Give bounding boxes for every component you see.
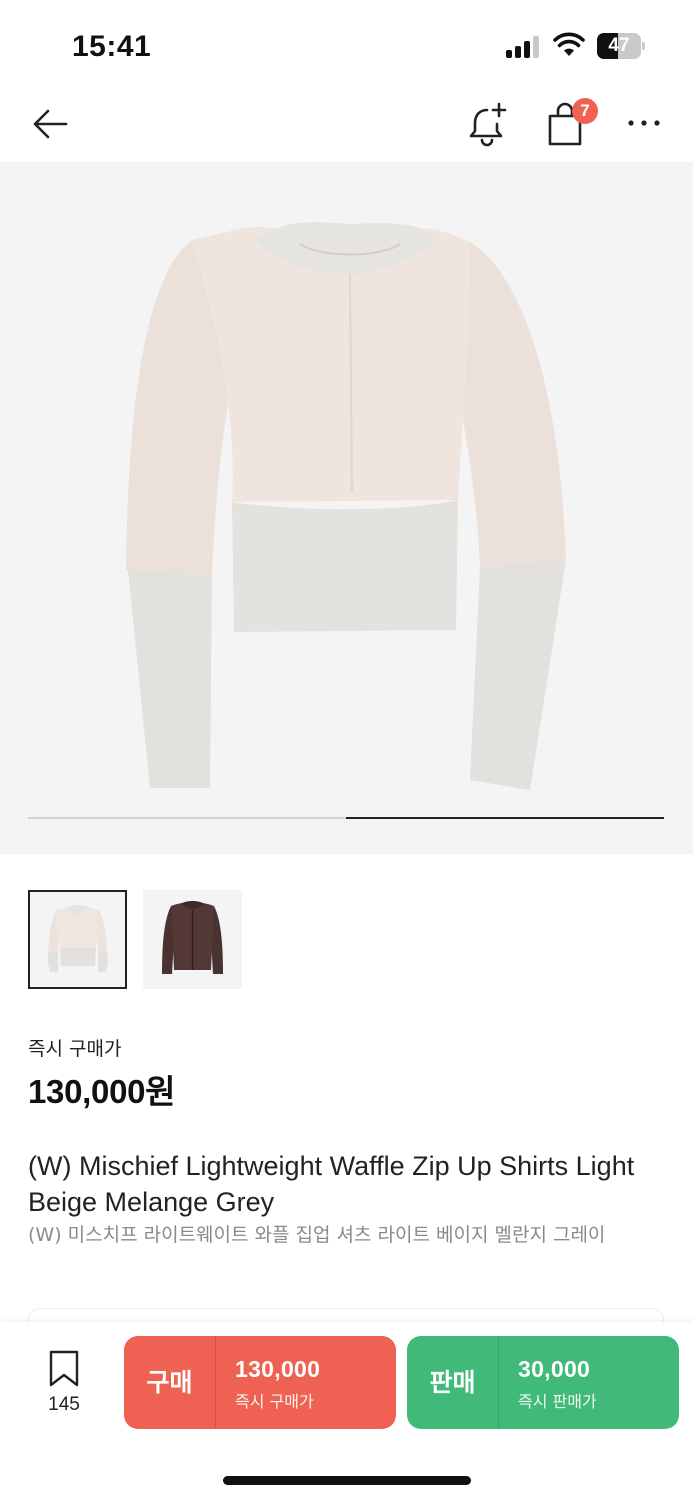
top-nav: 7: [0, 90, 693, 160]
buy-label: 구매: [146, 1368, 193, 1397]
product-image-carousel[interactable]: [0, 162, 693, 854]
sell-button[interactable]: 판매 30,000 즉시 판매가: [407, 1336, 679, 1429]
sell-price: 30,000: [518, 1356, 591, 1382]
battery-icon: 47: [597, 33, 645, 59]
carousel-progress: [28, 817, 664, 819]
home-indicator: [223, 1476, 471, 1485]
bottom-action-bar: 145 구매 130,000 즉시 구매가 판매 30,000 즉시 판매가: [0, 1322, 693, 1500]
status-bar: 15:41 47: [0, 0, 693, 90]
price-value: 130,000원: [28, 1073, 176, 1110]
status-time: 15:41: [72, 30, 152, 63]
product-image: [126, 222, 566, 790]
thumbnail-image: [48, 905, 108, 972]
cellular-signal-icon: [506, 36, 542, 58]
alert-button[interactable]: [465, 100, 511, 148]
cart-count-badge: 7: [572, 98, 598, 124]
divider: [215, 1336, 216, 1429]
thumbnail-beige[interactable]: [28, 890, 127, 989]
ellipsis-icon: [628, 120, 660, 126]
bell-plus-icon: [469, 102, 507, 147]
arrow-left-icon: [33, 109, 68, 139]
thumbnail-image: [162, 901, 223, 974]
price-label: 즉시 구매가: [28, 1038, 122, 1060]
back-button[interactable]: [28, 102, 72, 146]
product-title-en: (W) Mischief Lightweight Waffle Zip Up S…: [28, 1151, 635, 1217]
sell-price-caption: 즉시 판매가: [518, 1392, 597, 1411]
divider: [498, 1336, 499, 1429]
bookmark-count: 145: [48, 1394, 80, 1415]
battery-percent: 47: [608, 35, 630, 56]
bookmark-button[interactable]: 145: [36, 1350, 92, 1420]
sell-label: 판매: [429, 1368, 476, 1397]
thumbnail-brown[interactable]: [143, 890, 242, 989]
bookmark-icon: [49, 1350, 79, 1387]
buy-price-caption: 즉시 구매가: [235, 1392, 314, 1411]
shopping-bag-button[interactable]: 7: [544, 98, 598, 148]
buy-button[interactable]: 구매 130,000 즉시 구매가: [124, 1336, 396, 1429]
product-title-ko: (W) 미스치프 라이트웨이트 와플 집업 셔츠 라이트 베이지 멜란지 그레이: [28, 1224, 606, 1246]
color-thumbnails: [28, 890, 668, 990]
buy-price: 130,000: [235, 1356, 321, 1382]
wifi-icon: [553, 32, 585, 56]
more-button[interactable]: [624, 110, 664, 136]
